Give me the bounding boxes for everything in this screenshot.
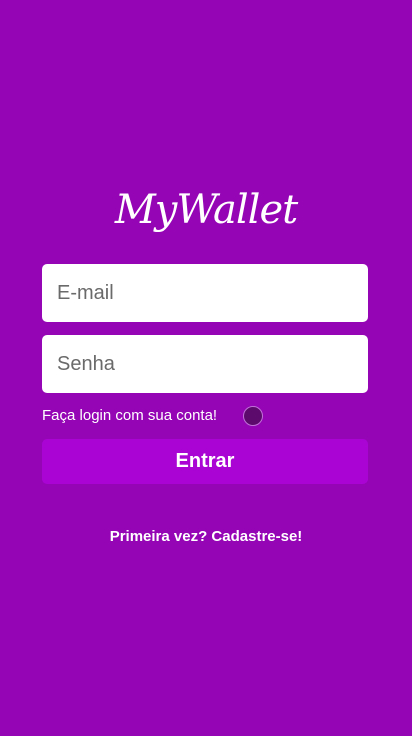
email-field[interactable] [42,264,368,322]
login-hint-text: Faça login com sua conta! [42,407,218,424]
signup-link[interactable]: Primeira vez? Cadastre-se! [0,528,412,545]
login-button[interactable]: Entrar [42,439,368,484]
login-screen: MyWallet Faça login com sua conta! Entra… [0,0,412,736]
app-logo: MyWallet [114,187,298,233]
radio-toggle-icon[interactable] [243,406,263,426]
login-hint-row: Faça login com sua conta! [42,404,368,430]
password-field[interactable] [42,335,368,393]
